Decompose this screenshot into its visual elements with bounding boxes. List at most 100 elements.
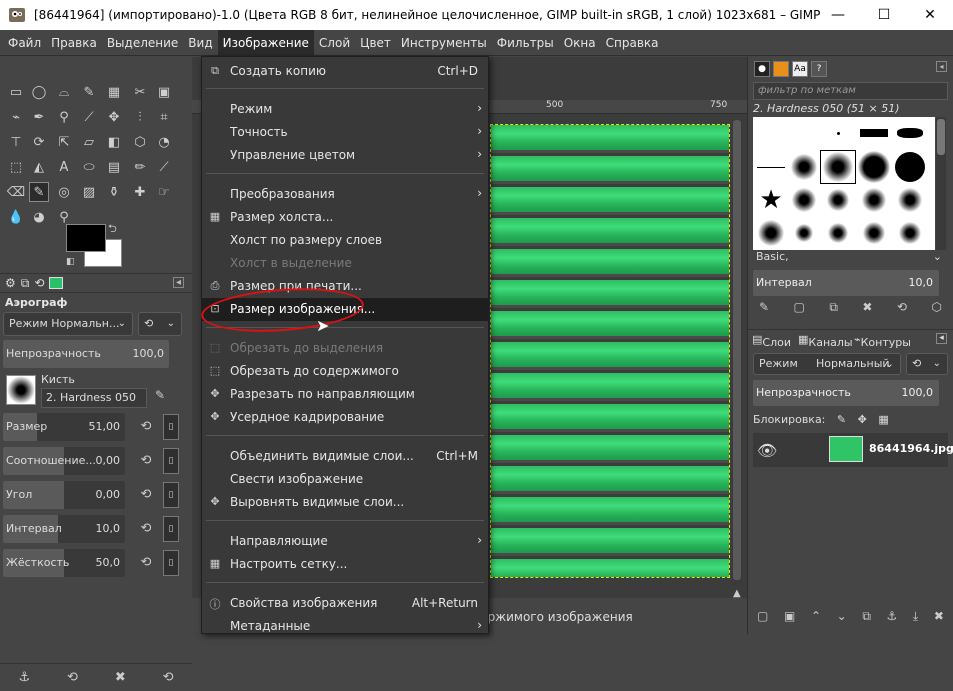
new-brush-icon[interactable]: ▢: [794, 300, 805, 320]
visibility-eye-icon[interactable]: 👁: [757, 441, 777, 460]
layer-mode-reset-select[interactable]: ⟲ ⌄: [906, 353, 948, 375]
paths-tab[interactable]: ⌁ Контуры: [854, 333, 911, 349]
duplicate-brush-icon[interactable]: ⧉: [829, 300, 838, 320]
gradient-icon[interactable]: ▤: [104, 157, 124, 177]
delete-layer-icon[interactable]: ✖: [934, 609, 944, 629]
images-tab-icon[interactable]: [49, 277, 64, 289]
select-by-color-icon[interactable]: ▦: [104, 82, 124, 102]
canvas-vertical-scrollbar[interactable]: [732, 120, 742, 586]
shear-icon[interactable]: ▱: [79, 132, 99, 152]
menu-item-transform[interactable]: Преобразования ›: [202, 183, 488, 206]
device-status-tab-icon[interactable]: ⧉: [21, 276, 30, 291]
link-icon[interactable]: ▯: [163, 414, 179, 440]
layers-tab[interactable]: ▤ Слои: [752, 333, 791, 349]
eraser-icon[interactable]: ⌫: [6, 182, 26, 202]
measure-icon[interactable]: ⟋: [79, 107, 99, 127]
warp-icon[interactable]: ◔: [154, 132, 174, 152]
foreground-select-icon[interactable]: ▣: [154, 82, 174, 102]
edit-brush-icon[interactable]: ✎: [150, 388, 170, 408]
edit-brush-icon[interactable]: ✎: [759, 300, 769, 320]
align-icon[interactable]: ⫶: [130, 107, 150, 127]
anchor-layer-icon[interactable]: ⚓: [887, 609, 898, 629]
brush-tag-filter[interactable]: фильтр по меткам: [753, 82, 948, 100]
hardness-slider[interactable]: Жёсткость 50,0: [3, 549, 125, 577]
opacity-slider[interactable]: Непрозрачность 100,0: [3, 340, 169, 368]
menu-item-align-visible-layers[interactable]: ✥ Выровнять видимые слои...: [202, 491, 488, 514]
menu-item-fit-canvas-to-layers[interactable]: Холст по размеру слоев: [202, 229, 488, 252]
link-icon[interactable]: ▯: [163, 516, 179, 542]
cage-icon[interactable]: ⬡: [130, 132, 150, 152]
menu-item-color-management[interactable]: Управление цветом ›: [202, 144, 488, 167]
menu-item-duplicate[interactable]: ⧉ Создать копию Ctrl+D: [202, 60, 488, 83]
move-icon[interactable]: ✥: [104, 107, 124, 127]
paths-icon[interactable]: ⌁: [6, 107, 26, 127]
text-tool-icon[interactable]: A: [54, 157, 74, 177]
merge-layer-icon[interactable]: ⤓: [913, 609, 918, 629]
menu-item-zealous-crop[interactable]: ✥ Усердное кадрирование: [202, 406, 488, 429]
close-button[interactable]: ✕: [907, 0, 953, 30]
clone-icon[interactable]: ⚱: [104, 182, 124, 202]
foreground-color-swatch[interactable]: [66, 224, 106, 252]
menu-file[interactable]: Файл: [3, 30, 46, 56]
lock-pixels-icon[interactable]: ✎: [837, 413, 846, 426]
color-picker-icon[interactable]: ✒: [29, 107, 49, 127]
layer-mode-select[interactable]: Режим Нормальный ⌄: [753, 353, 901, 375]
link-icon[interactable]: ▯: [163, 550, 179, 576]
lasso-icon[interactable]: ⌓: [54, 82, 74, 102]
paintbrush-icon[interactable]: ⟋: [154, 157, 174, 177]
menu-item-configure-grid[interactable]: ▦ Настроить сетку...: [202, 553, 488, 576]
image-canvas[interactable]: [490, 124, 730, 578]
minimize-button[interactable]: —: [815, 0, 861, 30]
angle-slider[interactable]: Угол 0,00: [3, 481, 125, 509]
save-tool-preset-icon[interactable]: ⚓: [18, 670, 30, 685]
brush-spacing-slider[interactable]: Интервал 10,0: [753, 270, 939, 296]
menu-tools[interactable]: Инструменты: [396, 30, 492, 56]
aspect-ratio-slider[interactable]: Соотношение... 0,00: [3, 447, 125, 475]
rect-select-icon[interactable]: ▭: [6, 82, 26, 102]
menu-image[interactable]: Изображение: [217, 29, 314, 56]
lock-alpha-icon[interactable]: ▦: [878, 413, 888, 426]
new-layer-group-icon[interactable]: ▣: [784, 609, 795, 629]
dock-configure-icon[interactable]: ◂: [173, 277, 184, 288]
raise-layer-icon[interactable]: ⌃: [811, 609, 821, 629]
perspective-clone-icon[interactable]: ✚: [130, 182, 150, 202]
reset-icon[interactable]: ⟲: [163, 670, 174, 685]
help-tab-icon[interactable]: ?: [811, 61, 827, 77]
reset-icon[interactable]: ⟲: [137, 487, 155, 505]
scissors-icon[interactable]: ✂: [130, 82, 150, 102]
refresh-brushes-icon[interactable]: ⟲: [897, 300, 907, 320]
handle-transform-icon[interactable]: ⬚: [6, 157, 26, 177]
dock-configure-icon[interactable]: ◂: [936, 61, 947, 72]
smudge-icon[interactable]: ☞: [154, 182, 174, 202]
brush-preview[interactable]: [6, 375, 36, 405]
undo-history-tab-icon[interactable]: ⟲: [34, 276, 44, 290]
menu-filters[interactable]: Фильтры: [492, 30, 559, 56]
bucket-fill-icon[interactable]: ◭: [29, 157, 49, 177]
mypaint-brush-icon[interactable]: ▨: [79, 182, 99, 202]
menu-item-flatten-image[interactable]: Свести изображение: [202, 468, 488, 491]
size-slider[interactable]: Размер 51,00: [3, 413, 125, 441]
scale-icon[interactable]: ⇱: [54, 132, 74, 152]
menu-item-mode[interactable]: Режим ›: [202, 98, 488, 121]
menu-item-merge-visible-layers[interactable]: Объединить видимые слои... Ctrl+M: [202, 445, 488, 468]
transform-icon[interactable]: ⊤: [6, 132, 26, 152]
flip-icon[interactable]: ◧: [104, 132, 124, 152]
menu-item-crop-to-content[interactable]: ⬚ Обрезать до содержимого: [202, 360, 488, 383]
heal-icon[interactable]: ⬭: [79, 157, 99, 177]
fuzzy-select-icon[interactable]: ✎: [79, 82, 99, 102]
layer-opacity-slider[interactable]: Непрозрачность 100,0: [753, 380, 939, 406]
reset-colors-icon[interactable]: ◧: [66, 257, 75, 267]
delete-icon[interactable]: ✖: [115, 670, 126, 685]
ellipse-select-icon[interactable]: ◯: [29, 82, 49, 102]
reset-icon[interactable]: ⟲: [137, 555, 155, 573]
crop-icon[interactable]: ⌗: [154, 107, 174, 127]
patterns-tab-icon[interactable]: [773, 61, 789, 77]
menu-item-metadata[interactable]: Метаданные ›: [202, 615, 488, 638]
dodge-burn-icon[interactable]: ◕: [29, 207, 49, 227]
menu-item-fit-canvas-to-selection[interactable]: Холст в выделение: [202, 252, 488, 275]
menu-layer[interactable]: Слой: [314, 30, 355, 56]
brush-grid-scrollbar[interactable]: [936, 117, 946, 250]
link-icon[interactable]: ▯: [163, 448, 179, 474]
lock-position-icon[interactable]: ✥: [858, 413, 867, 426]
menu-view[interactable]: Вид: [183, 30, 217, 56]
